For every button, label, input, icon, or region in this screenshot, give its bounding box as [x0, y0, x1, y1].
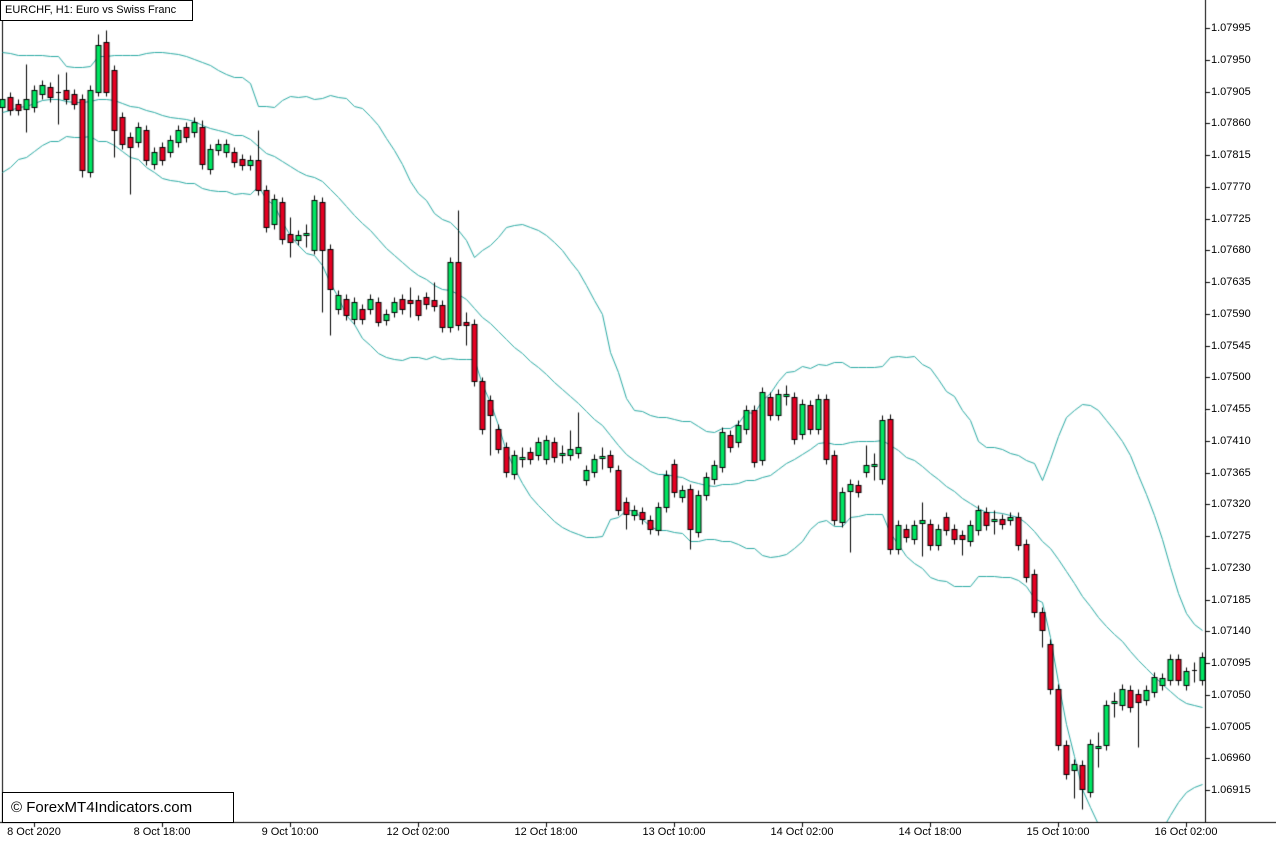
time-axis-label: 9 Oct 10:00	[262, 826, 319, 838]
time-axis-label: 13 Oct 10:00	[643, 826, 706, 838]
price-axis-label: 1.07005	[1211, 721, 1251, 733]
price-axis-label: 1.07725	[1211, 213, 1251, 225]
time-axis-label: 12 Oct 02:00	[387, 826, 450, 838]
price-axis-label: 1.07275	[1211, 530, 1251, 542]
price-axis-label: 1.07500	[1211, 371, 1251, 383]
price-axis-label: 1.07230	[1211, 562, 1251, 574]
price-axis-label: 1.07185	[1211, 594, 1251, 606]
chart-title: EURCHF, H1: Euro vs Swiss Franc	[5, 4, 176, 16]
watermark-text: © ForexMT4Indicators.com	[11, 799, 192, 816]
price-axis-label: 1.07950	[1211, 54, 1251, 66]
time-axis-label: 14 Oct 18:00	[899, 826, 962, 838]
price-axis-label: 1.07320	[1211, 498, 1251, 510]
time-axis-label: 15 Oct 10:00	[1027, 826, 1090, 838]
price-axis-label: 1.07455	[1211, 403, 1251, 415]
price-axis-label: 1.07590	[1211, 308, 1251, 320]
time-axis-label: 14 Oct 02:00	[771, 826, 834, 838]
price-axis-label: 1.07905	[1211, 86, 1251, 98]
price-axis-label: 1.07050	[1211, 689, 1251, 701]
price-axis-label: 1.07365	[1211, 467, 1251, 479]
chart-title-box: EURCHF, H1: Euro vs Swiss Franc	[0, 0, 193, 21]
price-axis-label: 1.07815	[1211, 149, 1251, 161]
price-axis-label: 1.07860	[1211, 117, 1251, 129]
price-chart-canvas[interactable]	[0, 0, 1276, 848]
price-axis-label: 1.07680	[1211, 244, 1251, 256]
price-axis-label: 1.07770	[1211, 181, 1251, 193]
price-axis-label: 1.07995	[1211, 22, 1251, 34]
price-axis-label: 1.07545	[1211, 340, 1251, 352]
price-axis-label: 1.07410	[1211, 435, 1251, 447]
price-axis-label: 1.06915	[1211, 784, 1251, 796]
time-axis-label: 16 Oct 02:00	[1155, 826, 1218, 838]
chart-window: EURCHF, H1: Euro vs Swiss Franc © ForexM…	[0, 0, 1276, 848]
time-axis-label: 12 Oct 18:00	[515, 826, 578, 838]
watermark-box: © ForexMT4Indicators.com	[2, 792, 234, 823]
price-axis-label: 1.06960	[1211, 752, 1251, 764]
time-axis-label: 8 Oct 2020	[7, 826, 61, 838]
price-axis-label: 1.07140	[1211, 625, 1251, 637]
price-axis-label: 1.07095	[1211, 657, 1251, 669]
time-axis-label: 8 Oct 18:00	[134, 826, 191, 838]
price-axis-label: 1.07635	[1211, 276, 1251, 288]
